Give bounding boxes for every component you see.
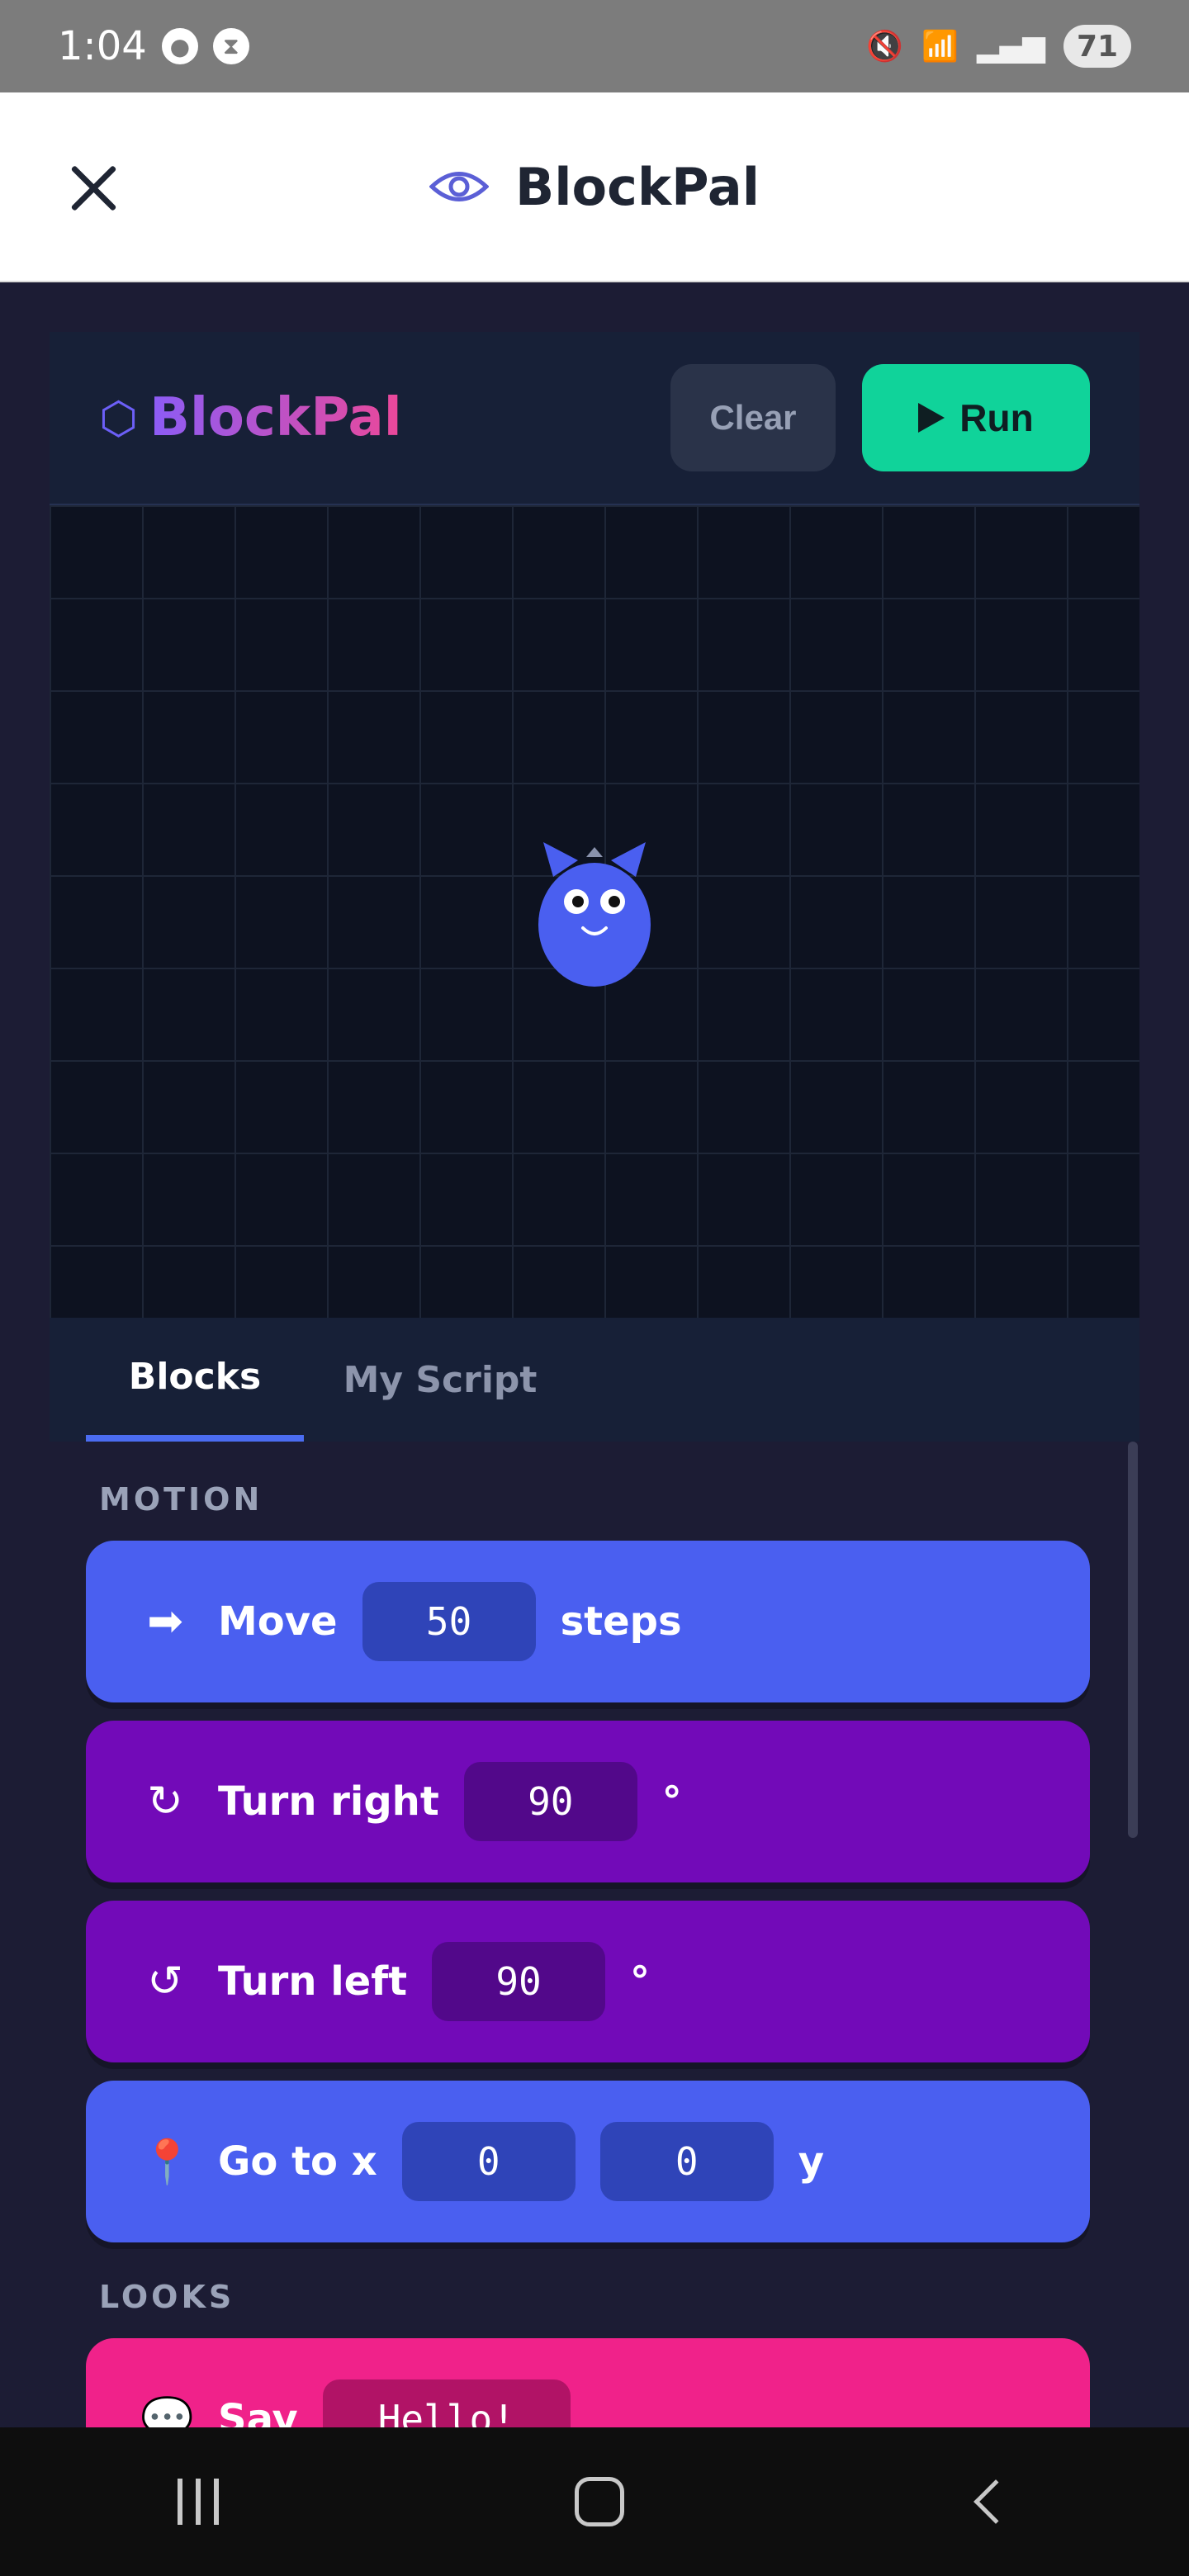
block-turn-right[interactable]: ↻ Turn right 90 ° <box>86 1721 1090 1882</box>
block-say[interactable]: 💬 Say Hello! <box>86 2338 1090 2429</box>
close-button[interactable] <box>63 159 122 218</box>
tab-blocks[interactable]: Blocks <box>86 1318 304 1442</box>
category-label-motion: MOTION <box>99 1481 263 1518</box>
block-suffix: ° <box>661 1778 682 1825</box>
degrees-input[interactable]: 90 <box>463 1762 637 1841</box>
run-label: Run <box>959 396 1034 439</box>
block-palette[interactable]: MOTION ➡ Move 50 steps ↻ Turn right 90 °… <box>50 1442 1139 2429</box>
block-label: Go to x <box>218 2138 377 2185</box>
block-move[interactable]: ➡ Move 50 steps <box>86 1541 1090 1702</box>
block-suffix: y <box>798 2138 824 2185</box>
play-icon <box>918 403 945 433</box>
eye-icon <box>429 172 490 201</box>
palette-scrollbar[interactable] <box>1128 1442 1138 1838</box>
game-toolbar: ⬡ BlockPal Clear Run <box>50 332 1139 505</box>
tab-bar: Blocks My Script <box>50 1318 1139 1442</box>
home-button[interactable] <box>574 2477 624 2526</box>
block-label: Turn right <box>218 1778 439 1825</box>
block-label: Move <box>218 1598 338 1645</box>
pin-icon: 📍 <box>140 2137 194 2187</box>
y-input[interactable]: 0 <box>599 2122 774 2201</box>
game-logo: BlockPal <box>149 387 402 448</box>
category-label-looks: LOOKS <box>99 2279 235 2315</box>
clear-button[interactable]: Clear <box>670 364 836 471</box>
block-suffix: ° <box>630 1958 651 2005</box>
wifi-icon: 📶 <box>921 30 959 64</box>
block-label: Turn left <box>218 1958 408 2005</box>
signal-icon: ▂▄▆ <box>976 29 1045 64</box>
rotate-clockwise-icon: ↻ <box>147 1777 183 1826</box>
battery-indicator: 71 <box>1063 25 1131 68</box>
arrow-right-icon: ➡ <box>147 1597 183 1646</box>
hexagon-icon: ⬡ <box>99 391 139 444</box>
block-go-to[interactable]: 📍 Go to x 0 0 y <box>86 2081 1090 2242</box>
message-input[interactable]: Hello! <box>322 2379 571 2429</box>
mute-icon: 🔇 <box>866 30 904 64</box>
account-icon: ● <box>161 28 198 64</box>
status-time: 1:04 <box>58 23 147 69</box>
sprite-character[interactable] <box>537 827 652 992</box>
game-frame: ⬡ BlockPal Clear Run Blocks My Script MO… <box>50 332 1139 2429</box>
status-bar: 1:04 ● ⧗ 🔇 📶 ▂▄▆ 71 <box>0 0 1189 92</box>
speech-bubble-icon: 💬 <box>140 2394 194 2430</box>
block-turn-left[interactable]: ↺ Turn left 90 ° <box>86 1901 1090 2062</box>
sync-icon: ⧗ <box>212 28 249 64</box>
block-suffix: steps <box>560 1598 682 1645</box>
recent-apps-button[interactable] <box>178 2479 220 2525</box>
stage-canvas[interactable] <box>50 505 1139 1318</box>
block-label: Say <box>218 2396 298 2429</box>
app-header: BlockPal <box>0 92 1189 282</box>
degrees-input[interactable]: 90 <box>432 1942 606 2021</box>
page-title: BlockPal <box>515 156 760 217</box>
run-button[interactable]: Run <box>862 364 1090 471</box>
rotate-counterclockwise-icon: ↺ <box>147 1957 183 2006</box>
system-nav-bar <box>0 2427 1189 2576</box>
steps-input[interactable]: 50 <box>362 1582 536 1661</box>
back-button[interactable] <box>973 2479 1018 2524</box>
tab-my-script[interactable]: My Script <box>304 1318 576 1442</box>
x-input[interactable]: 0 <box>401 2122 576 2201</box>
